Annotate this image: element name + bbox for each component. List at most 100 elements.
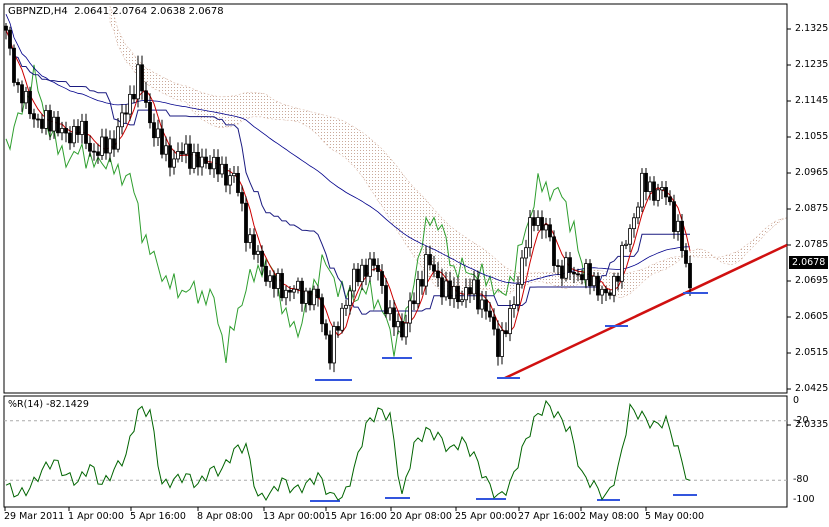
candle-body <box>316 288 320 299</box>
candle-body <box>632 217 636 230</box>
candle-body <box>284 289 288 299</box>
price-tick-label: 2.1055 <box>795 131 829 142</box>
candle-body <box>400 321 404 338</box>
candle-body <box>396 321 400 328</box>
candle-body <box>368 258 372 277</box>
chart-window: GBPNZD,H4 2.0641 2.0764 2.0638 2.0678 %R… <box>0 0 829 527</box>
time-tick-label: 5 Apr 16:00 <box>130 511 186 522</box>
candle-body <box>68 132 72 144</box>
candle-body <box>156 128 160 139</box>
candle-body <box>128 93 132 115</box>
candle-body <box>276 273 280 289</box>
chart-canvas[interactable] <box>0 0 829 527</box>
candle-body <box>172 158 176 168</box>
candle-body <box>624 243 628 246</box>
candle-body <box>184 143 188 155</box>
candle-body <box>160 128 164 155</box>
candle-body <box>256 250 260 255</box>
candle-body <box>592 275 596 287</box>
time-tick-label: 25 Apr 00:00 <box>455 511 517 522</box>
candle-body <box>20 84 24 104</box>
candle-body <box>176 151 180 160</box>
candle-body <box>504 330 508 335</box>
candle-body <box>188 143 192 169</box>
candle-body <box>664 187 668 198</box>
candle-body <box>380 271 384 286</box>
candle-body <box>528 217 532 249</box>
price-tick-label: 2.0425 <box>795 383 829 394</box>
candle-body <box>344 304 348 309</box>
candle-body <box>232 172 236 177</box>
candle-body <box>444 280 448 298</box>
candle-body <box>148 102 152 124</box>
candle-body <box>652 181 656 201</box>
candle-body <box>200 156 204 168</box>
candle-body <box>244 202 248 243</box>
candle-body <box>296 280 300 290</box>
time-tick-label: 2 May 08:00 <box>580 511 640 522</box>
candle-body <box>464 287 468 301</box>
indicator-tick-label: -100 <box>793 494 815 505</box>
candle-body <box>376 264 380 272</box>
time-tick-label: 20 Apr 08:00 <box>390 511 452 522</box>
time-tick-label: 15 Apr 16:00 <box>325 511 387 522</box>
candle-body <box>280 273 284 299</box>
candle-body <box>240 192 244 204</box>
candle-body <box>4 25 8 31</box>
candle-body <box>520 257 524 285</box>
close-value: 2.0678 <box>188 6 224 17</box>
candle-body <box>24 90 28 104</box>
indicator-tick-label: -80 <box>793 474 809 486</box>
candle-body <box>640 172 644 208</box>
candle-body <box>512 304 516 309</box>
candle-body <box>404 322 408 338</box>
candle-body <box>600 288 604 296</box>
candle-body <box>56 116 60 134</box>
candle-body <box>236 172 240 193</box>
candle-body <box>180 151 184 155</box>
time-tick-label: 27 Apr 16:00 <box>518 511 580 522</box>
candle-body <box>532 217 536 226</box>
candle-body <box>552 236 556 266</box>
candle-body <box>144 90 148 103</box>
chart-header: GBPNZD,H4 2.0641 2.0764 2.0638 2.0678 <box>8 6 224 17</box>
candle-body <box>48 110 52 132</box>
candle-body <box>544 224 548 231</box>
candle-body <box>16 82 20 86</box>
candle-body <box>264 265 268 282</box>
candle-body <box>468 287 472 295</box>
candle-body <box>412 300 416 305</box>
candle-body <box>84 120 88 144</box>
candle-body <box>268 275 272 282</box>
candle-body <box>420 279 424 287</box>
candle-body <box>516 283 520 305</box>
candle-body <box>312 288 316 306</box>
candle-body <box>492 316 496 330</box>
candle-body <box>668 196 672 203</box>
candle-body <box>484 299 488 312</box>
candle-body <box>216 156 220 175</box>
candle-body <box>416 279 420 305</box>
indicator-header: %R(14) -82.1429 <box>8 399 89 410</box>
candle-body <box>76 126 80 135</box>
candle-body <box>384 285 388 315</box>
candle-body <box>320 297 324 325</box>
candle-body <box>192 151 196 169</box>
candle-body <box>152 122 156 139</box>
candle-body <box>648 181 652 192</box>
candle-body <box>120 112 124 128</box>
candle-body <box>60 128 64 134</box>
candle-body <box>556 265 560 267</box>
candle-body <box>548 224 552 238</box>
candle-body <box>44 110 48 129</box>
price-tick-label: 2.0875 <box>795 203 829 214</box>
candle-body <box>580 274 584 281</box>
candle-body <box>372 258 376 266</box>
candle-body <box>304 290 308 304</box>
candle-body <box>204 156 208 164</box>
candle-body <box>456 286 460 303</box>
candle-body <box>436 270 440 279</box>
candle-body <box>208 163 212 170</box>
candle-body <box>72 126 76 144</box>
candle-body <box>32 113 36 120</box>
